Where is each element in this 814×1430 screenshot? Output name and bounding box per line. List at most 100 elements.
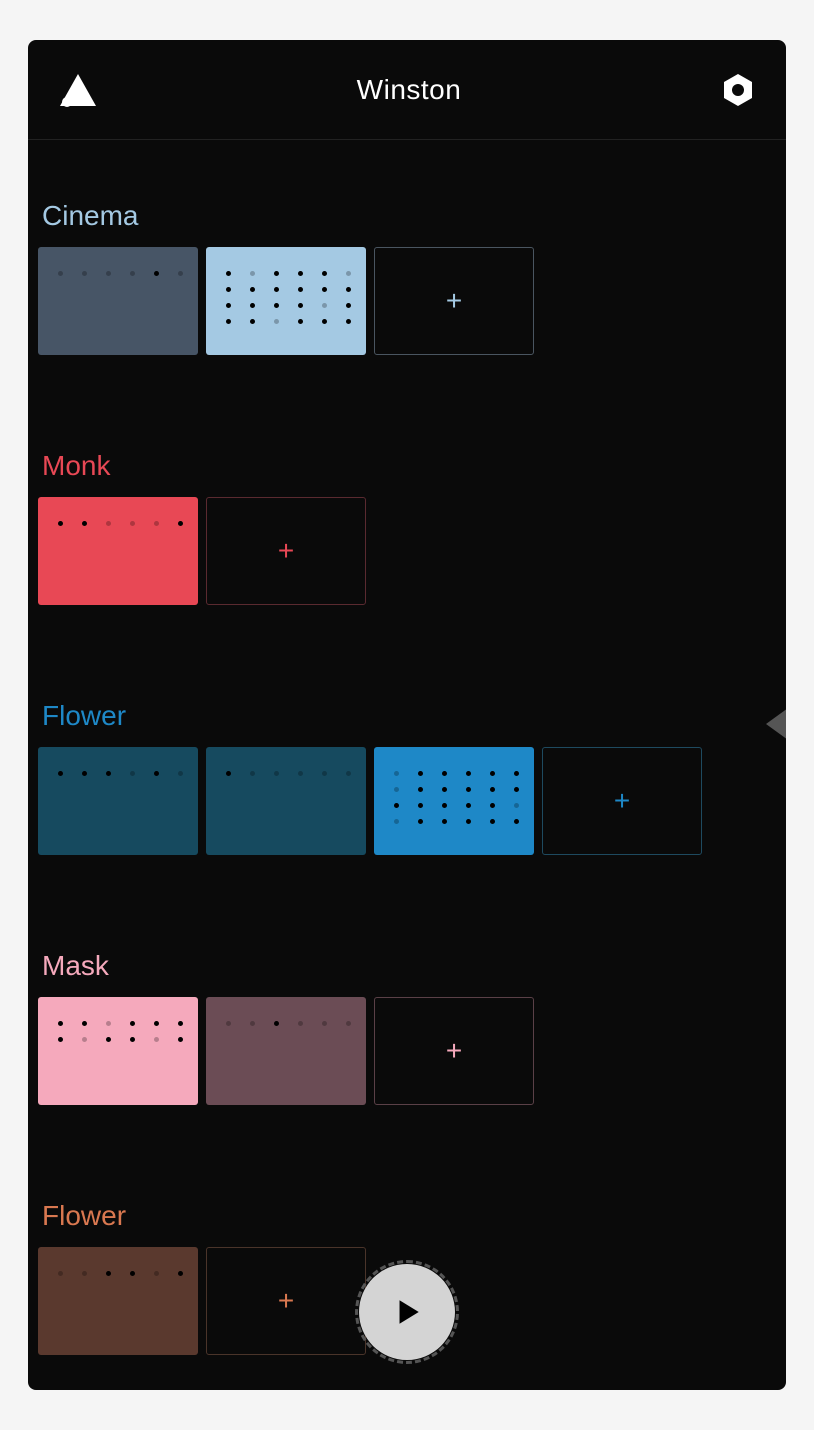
dots-grid xyxy=(56,767,180,780)
step-dot xyxy=(106,271,111,276)
step-dot xyxy=(58,1037,63,1042)
step-dot xyxy=(250,1021,255,1026)
track-title: Cinema xyxy=(38,200,776,232)
step-dot xyxy=(346,771,351,776)
step-dot xyxy=(154,1271,159,1276)
step-dot xyxy=(154,521,159,526)
step-dot xyxy=(58,1021,63,1026)
step-dot xyxy=(130,1037,135,1042)
clip[interactable] xyxy=(206,747,366,855)
step-dot xyxy=(322,303,327,308)
clip[interactable] xyxy=(206,997,366,1105)
step-dot xyxy=(274,319,279,324)
step-dot xyxy=(466,787,471,792)
step-dot xyxy=(442,787,447,792)
clip[interactable] xyxy=(374,747,534,855)
step-dot xyxy=(394,803,399,808)
step-dot xyxy=(130,771,135,776)
settings-icon[interactable] xyxy=(720,72,756,108)
step-dot xyxy=(82,521,87,526)
step-dot xyxy=(346,287,351,292)
add-clip-button[interactable]: + xyxy=(542,747,702,855)
clips-row: + xyxy=(38,497,776,605)
step-dot xyxy=(322,319,327,324)
step-dot xyxy=(226,287,231,292)
add-clip-button[interactable]: + xyxy=(206,497,366,605)
step-dot xyxy=(394,771,399,776)
clips-row: + xyxy=(38,747,776,855)
add-clip-button[interactable]: + xyxy=(374,997,534,1105)
add-clip-button[interactable]: + xyxy=(374,247,534,355)
step-dot xyxy=(490,771,495,776)
step-dot xyxy=(394,819,399,824)
step-dot xyxy=(346,303,351,308)
step-dot xyxy=(226,1021,231,1026)
step-dot xyxy=(466,803,471,808)
step-dot xyxy=(58,1271,63,1276)
dots-grid xyxy=(224,267,348,328)
step-dot xyxy=(298,1021,303,1026)
step-dot xyxy=(322,1021,327,1026)
step-dot xyxy=(274,271,279,276)
step-dot xyxy=(514,771,519,776)
track-cinema: Cinema + xyxy=(38,200,776,355)
step-dot xyxy=(274,287,279,292)
clip[interactable] xyxy=(38,247,198,355)
add-clip-button[interactable]: + xyxy=(206,1247,366,1355)
step-dot xyxy=(82,771,87,776)
step-dot xyxy=(274,771,279,776)
collapse-arrow-icon[interactable] xyxy=(766,708,786,740)
step-dot xyxy=(346,319,351,324)
clips-row: + xyxy=(38,247,776,355)
step-dot xyxy=(274,1021,279,1026)
step-dot xyxy=(154,771,159,776)
step-dot xyxy=(346,271,351,276)
dots-grid xyxy=(56,267,180,280)
step-dot xyxy=(250,303,255,308)
step-dot xyxy=(130,271,135,276)
step-dot xyxy=(418,787,423,792)
step-dot xyxy=(82,1037,87,1042)
step-dot xyxy=(490,803,495,808)
step-dot xyxy=(442,771,447,776)
track-title: Flower xyxy=(38,700,776,732)
dots-grid xyxy=(392,767,516,828)
track-mask: Mask + xyxy=(38,950,776,1105)
project-title: Winston xyxy=(357,74,462,106)
step-dot xyxy=(106,771,111,776)
step-dot xyxy=(250,271,255,276)
play-button[interactable] xyxy=(359,1264,455,1360)
clip[interactable] xyxy=(38,997,198,1105)
step-dot xyxy=(178,1271,183,1276)
clip[interactable] xyxy=(206,247,366,355)
dots-grid xyxy=(224,767,348,780)
step-dot xyxy=(226,319,231,324)
step-dot xyxy=(298,287,303,292)
track-title: Monk xyxy=(38,450,776,482)
clip[interactable] xyxy=(38,747,198,855)
step-dot xyxy=(82,271,87,276)
step-dot xyxy=(490,819,495,824)
app-logo-icon[interactable] xyxy=(58,72,98,108)
clip[interactable] xyxy=(38,497,198,605)
step-dot xyxy=(130,1271,135,1276)
track-title: Flower xyxy=(38,1200,776,1232)
dots-grid xyxy=(56,1267,180,1280)
tracks-content: Cinema + Monk + Flower + Mask + Flower + xyxy=(28,140,786,1375)
step-dot xyxy=(82,1271,87,1276)
step-dot xyxy=(442,819,447,824)
step-dot xyxy=(298,771,303,776)
step-dot xyxy=(226,271,231,276)
step-dot xyxy=(130,1021,135,1026)
step-dot xyxy=(322,271,327,276)
step-dot xyxy=(442,803,447,808)
step-dot xyxy=(394,787,399,792)
track-title: Mask xyxy=(38,950,776,982)
step-dot xyxy=(514,803,519,808)
step-dot xyxy=(130,521,135,526)
step-dot xyxy=(154,1037,159,1042)
step-dot xyxy=(226,771,231,776)
step-dot xyxy=(58,271,63,276)
app-container: Winston Cinema + Monk + Flower + Mask + Flower + xyxy=(28,40,786,1390)
clip[interactable] xyxy=(38,1247,198,1355)
